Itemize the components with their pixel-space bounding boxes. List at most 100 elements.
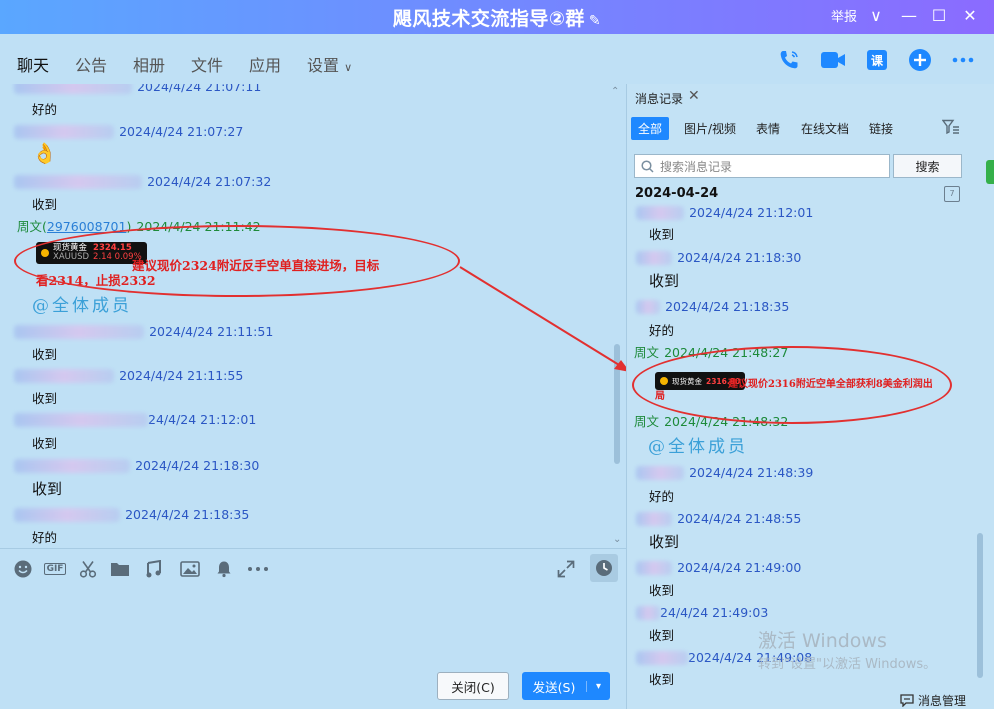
tab-album[interactable]: 相册 [133, 52, 165, 76]
history-message-header: 2024/4/24 21:49:00 [636, 557, 801, 576]
window-title-text: 飓风技术交流指导②群 [392, 8, 585, 30]
blurred-sender [14, 368, 114, 383]
chat-bubble-icon [900, 694, 914, 707]
video-call-icon[interactable] [820, 47, 846, 73]
message-manager-button[interactable]: 消息管理 [900, 692, 966, 709]
message-time: 2024/4/24 21:18:35 [125, 507, 250, 522]
tab-announcement[interactable]: 公告 [75, 52, 107, 76]
send-options-arrow[interactable]: ▾ [586, 680, 610, 692]
history-scrollbar[interactable] [977, 533, 983, 678]
music-note-icon[interactable] [144, 559, 164, 579]
search-button[interactable]: 搜索 [893, 154, 962, 178]
chevron-up-icon[interactable]: ⌃ [611, 86, 619, 97]
close-icon[interactable]: ✕ [688, 88, 700, 104]
history-tab[interactable]: 消息记录 [635, 90, 683, 107]
filter-links[interactable]: 链接 [869, 120, 893, 137]
tab-settings[interactable]: 设置 ∨ [307, 52, 352, 76]
message-content[interactable]: 好的 [32, 99, 57, 118]
message-time: 2024/4/24 21:49:00 [677, 560, 802, 575]
filter-media[interactable]: 图片/视频 [684, 120, 736, 137]
blurred-sender [636, 205, 684, 220]
blurred-sender [14, 458, 130, 473]
filter-docs[interactable]: 在线文档 [801, 120, 849, 137]
bell-icon[interactable] [214, 559, 234, 579]
message-time: 2024/4/24 21:18:30 [677, 250, 802, 265]
history-clock-icon[interactable] [590, 554, 618, 582]
blurred-sender [636, 465, 684, 480]
screenshot-scissors-icon[interactable] [78, 559, 98, 579]
message-content[interactable]: 收到 [32, 478, 62, 499]
side-tab [986, 160, 994, 184]
folder-icon[interactable] [110, 559, 130, 579]
report-button[interactable]: 举报 [831, 6, 857, 25]
windows-watermark: 激活 Windows [758, 630, 887, 652]
emoji-icon[interactable] [13, 559, 33, 579]
send-label: 发送(S) [532, 679, 576, 695]
message-time: 2024/4/24 21:07:32 [147, 174, 272, 189]
message-header: 2024/4/24 21:11:51 [14, 321, 273, 340]
history-date-header: 2024-04-24 [635, 186, 719, 201]
gif-icon[interactable]: GIF [43, 559, 67, 579]
message-time: 2024/4/24 21:48:55 [677, 511, 802, 526]
message-content[interactable]: 收到 [32, 194, 57, 213]
more-tools-icon[interactable] [246, 559, 270, 579]
at-all-mention[interactable]: @全体成员 [32, 291, 132, 316]
history-message-content: 收到 [649, 672, 675, 687]
tab-files[interactable]: 文件 [191, 52, 223, 76]
message-header: 2024/4/24 21:07:11 [14, 84, 261, 95]
search-icon [641, 159, 654, 173]
message-header: 2024/4/24 21:18:30 [14, 455, 259, 474]
chevron-down-icon: ∨ [344, 61, 353, 74]
more-icon[interactable] [950, 47, 976, 73]
minimize-button[interactable]: — [897, 3, 921, 27]
phone-icon[interactable] [776, 47, 802, 73]
filter-icon[interactable] [941, 119, 960, 138]
tab-chat[interactable]: 聊天 [17, 52, 49, 76]
filter-all[interactable]: 全部 [631, 117, 670, 140]
close-button[interactable]: 关闭(C) [437, 672, 509, 700]
history-at-all: @全体成员 [648, 437, 748, 457]
nav-bar: 聊天 公告 相册 文件 应用 设置 ∨ 课 [0, 34, 994, 84]
title-bar: 飓风技术交流指导②群 ✎ 举报 ∨ — ☐ ✕ [0, 0, 994, 34]
message-content[interactable]: 收到 [32, 344, 57, 363]
input-toolbar: GIF [0, 548, 626, 588]
message-time: 24/4/24 21:49:03 [660, 605, 769, 620]
blurred-sender [14, 174, 142, 189]
message-content[interactable]: 收到 [32, 388, 57, 407]
message-time: 2024/4/24 21:07:27 [119, 124, 244, 139]
course-icon[interactable]: 课 [864, 47, 890, 73]
maximize-button[interactable]: ☐ [927, 3, 951, 27]
blurred-sender [636, 605, 660, 620]
message-time: 2024/4/24 21:11:55 [119, 368, 244, 383]
chat-scrollbar[interactable] [614, 344, 620, 464]
chevron-down-icon[interactable]: ⌄ [613, 534, 621, 545]
message-header: 2024/4/24 21:07:32 [14, 171, 271, 190]
annotation-ellipse [14, 225, 460, 297]
history-message-content: 好的 [649, 489, 675, 504]
message-content[interactable]: 收到 [32, 433, 57, 452]
send-button[interactable]: 发送(S) ▾ [522, 672, 610, 700]
blurred-sender [14, 507, 120, 522]
history-message-content: 收到 [649, 583, 675, 598]
message-manager-label: 消息管理 [918, 694, 967, 708]
message-content[interactable]: 好的 [32, 527, 57, 546]
history-message-header: 24/4/24 21:49:03 [636, 602, 768, 621]
dropdown-button[interactable]: ∨ [864, 3, 888, 27]
calendar-icon[interactable]: 7 [944, 186, 960, 202]
add-icon[interactable] [907, 47, 933, 73]
history-message-header: 2024/4/24 21:12:01 [636, 202, 813, 221]
expand-icon[interactable] [556, 559, 576, 579]
close-window-button[interactable]: ✕ [958, 3, 982, 27]
history-search-input[interactable]: 搜索消息记录 [634, 154, 890, 178]
message-content[interactable]: 👌 [32, 141, 57, 165]
annotation-ellipse [632, 346, 952, 424]
tab-apps[interactable]: 应用 [249, 52, 281, 76]
filter-emoji[interactable]: 表情 [756, 120, 780, 137]
edit-icon[interactable]: ✎ [589, 13, 601, 29]
sender-name: 周文 [634, 345, 660, 360]
image-icon[interactable] [180, 559, 200, 579]
blurred-sender [636, 299, 660, 314]
message-time: 24/4/24 21:12:01 [148, 412, 257, 427]
chat-message-area[interactable]: 2024/4/24 21:07:11 好的 2024/4/24 21:07:27… [0, 84, 626, 548]
sender-name: 周文 [17, 219, 43, 234]
